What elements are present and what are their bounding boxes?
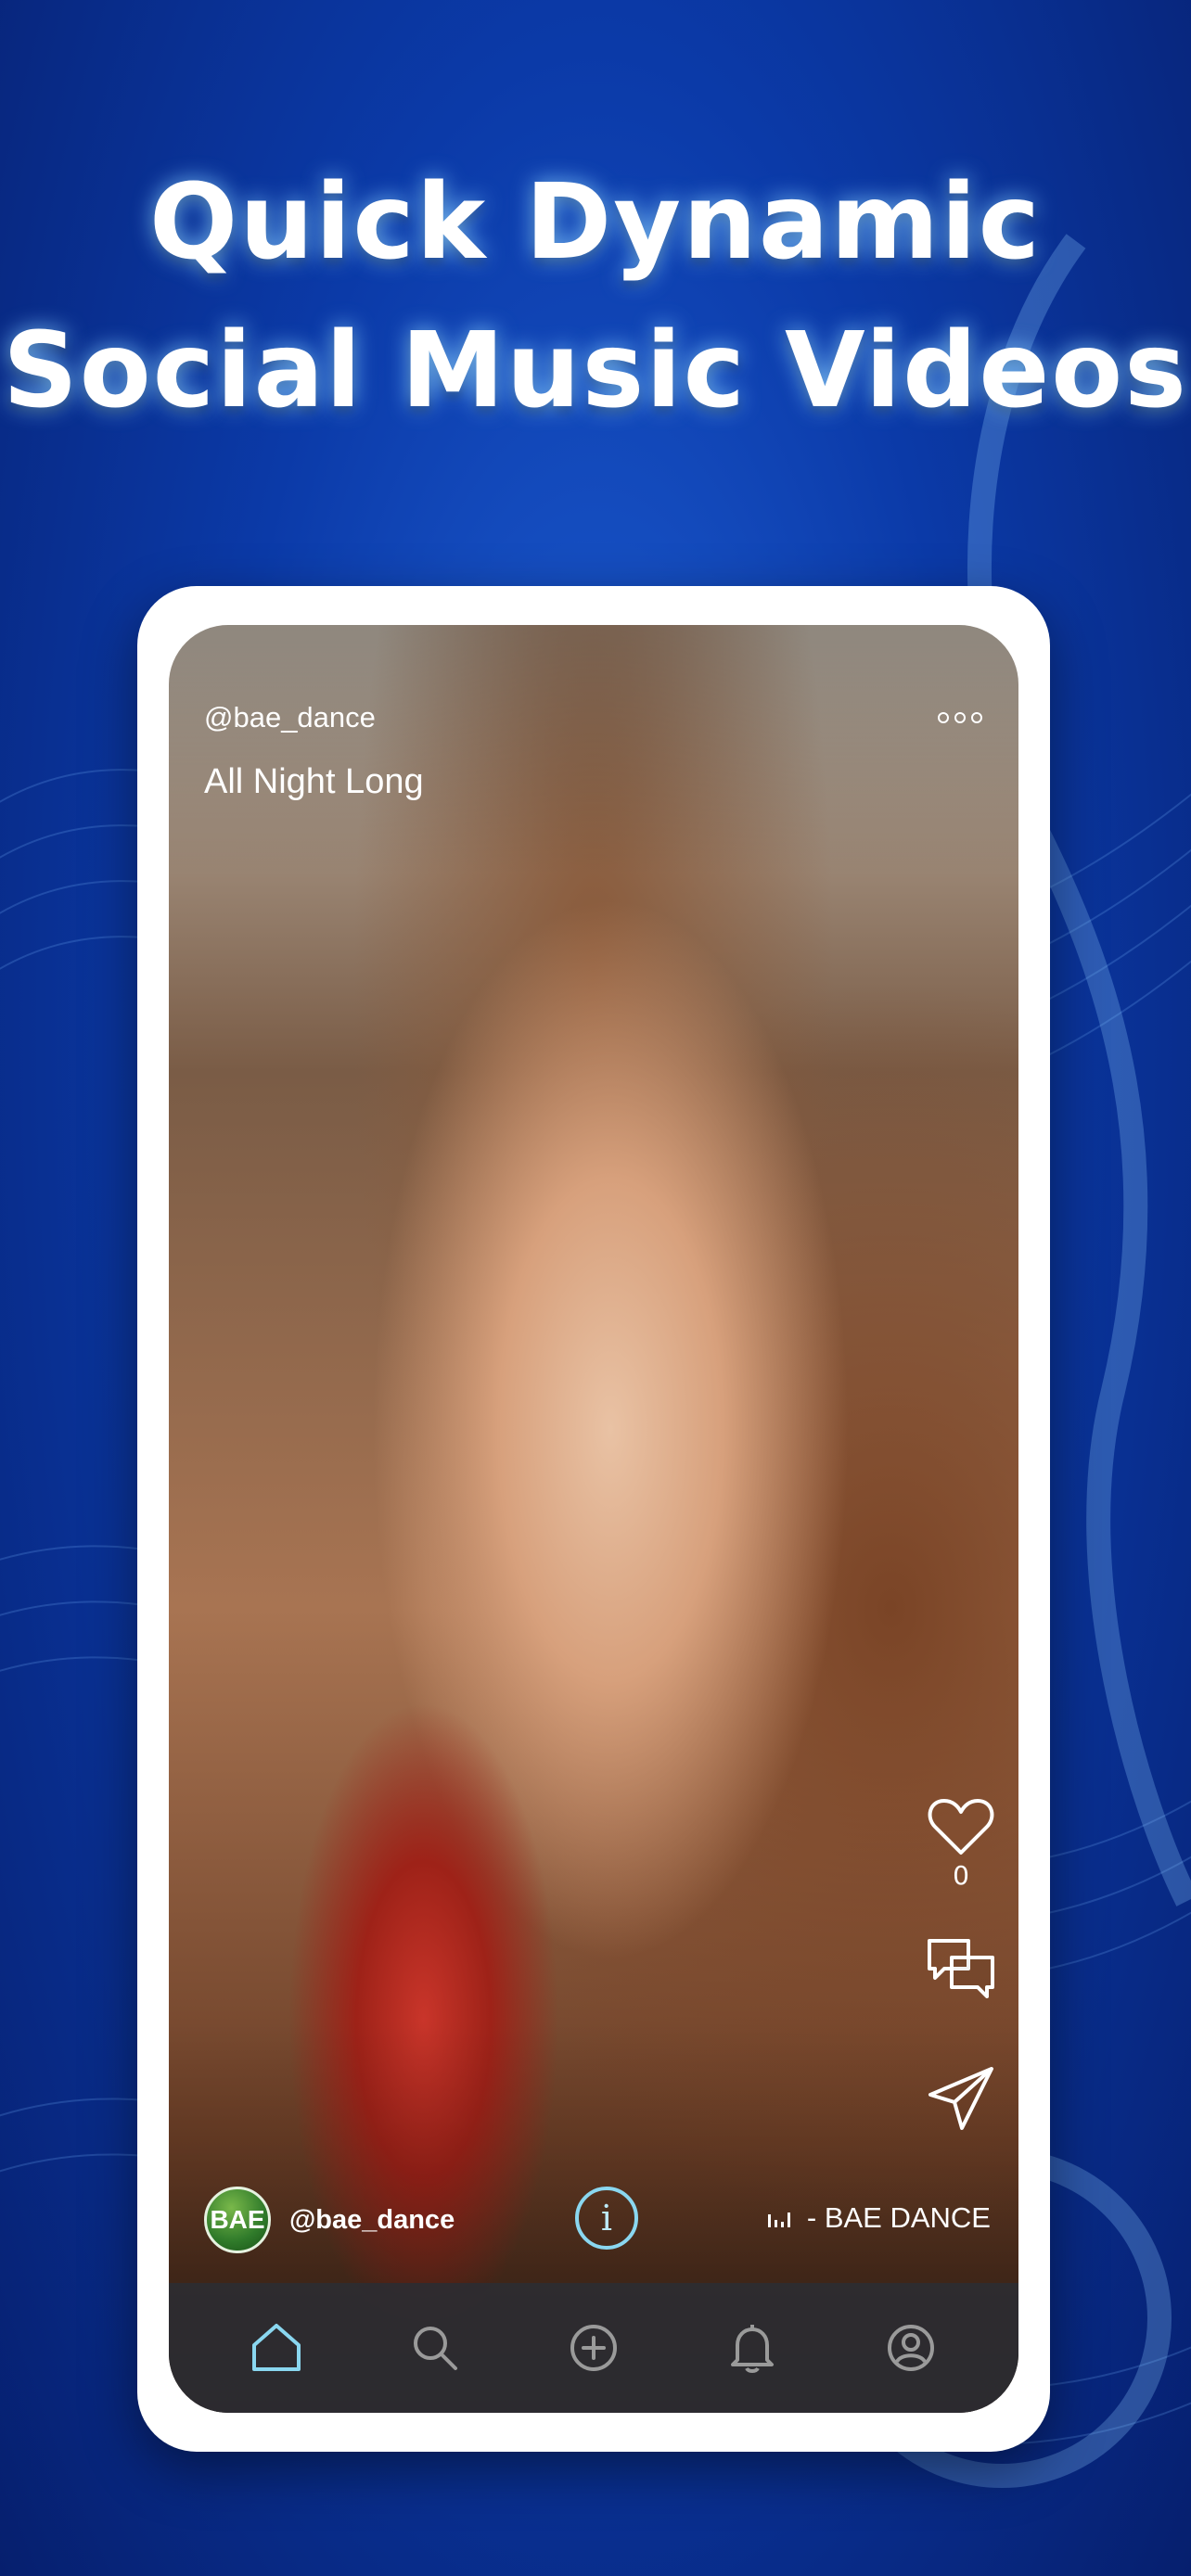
track-info[interactable]: - BAE DANCE xyxy=(767,2201,991,2235)
tab-notifications[interactable] xyxy=(715,2311,789,2385)
search-icon xyxy=(413,2327,457,2370)
home-icon xyxy=(251,2324,301,2371)
track-label: - BAE DANCE xyxy=(806,2201,991,2234)
video-screen[interactable]: @bae_dance All Night Long 0 BAE @bae_dan… xyxy=(169,625,1018,2413)
post-info-bar: BAE @bae_dance i - BAE DANCE xyxy=(204,2185,991,2255)
like-count: 0 xyxy=(953,1860,969,1891)
bell-icon xyxy=(731,2325,775,2373)
profile-icon xyxy=(888,2325,935,2371)
song-title: All Night Long xyxy=(204,762,424,801)
info-icon: i xyxy=(600,2198,613,2238)
tab-home[interactable] xyxy=(239,2311,314,2385)
headline-line-1: Quick Dynamic xyxy=(149,162,1042,283)
bottom-username[interactable]: @bae_dance xyxy=(289,2205,455,2236)
top-username[interactable]: @bae_dance xyxy=(204,701,376,734)
plus-circle-icon xyxy=(570,2325,617,2371)
more-horizontal-icon[interactable] xyxy=(937,699,983,732)
info-button[interactable]: i xyxy=(575,2187,638,2250)
heart-icon[interactable] xyxy=(926,1795,996,1858)
tab-profile[interactable] xyxy=(874,2311,948,2385)
avatar[interactable]: BAE xyxy=(204,2187,271,2253)
audio-bars-icon xyxy=(767,2209,794,2227)
bottom-tab-bar xyxy=(169,2283,1018,2413)
share-send-icon[interactable] xyxy=(925,2063,997,2134)
video-frame-shade xyxy=(169,625,1018,2413)
phone-frame: @bae_dance All Night Long 0 BAE @bae_dan… xyxy=(137,586,1050,2452)
tab-search[interactable] xyxy=(398,2311,472,2385)
tab-create[interactable] xyxy=(557,2311,631,2385)
headline-line-2: Social Music Videos xyxy=(3,311,1188,431)
side-actions: 0 xyxy=(924,1795,998,2134)
headline: Quick Dynamic Social Music Videos xyxy=(0,148,1191,445)
comments-icon[interactable] xyxy=(924,1935,998,2004)
